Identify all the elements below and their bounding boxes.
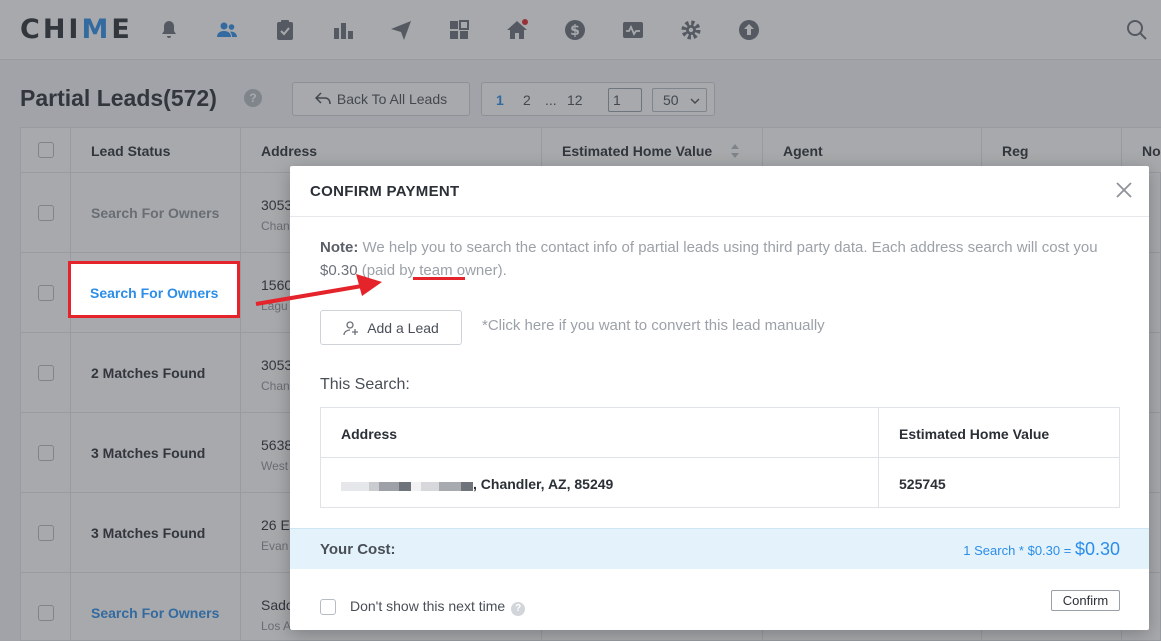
help-icon[interactable]: ? [511,601,526,616]
note-label: Note: [320,239,359,256]
summary-address-value: , Chandler, AZ, 85249 [321,458,878,508]
cost-calculation: 1 Search * $0.30 = $0.30 [963,539,1120,560]
dont-show-checkbox[interactable] [320,598,336,615]
redacted-street-address [341,477,473,493]
add-a-lead-label: Add a Lead [367,319,439,336]
add-a-lead-button[interactable]: Add a Lead [320,310,462,345]
cost-total: $0.30 [1074,539,1120,559]
dont-show-label: Don't show this next time [350,598,506,614]
add-user-icon [343,320,359,335]
this-search-label: This Search: [320,376,410,393]
confirm-payment-modal: CONFIRM PAYMENT Note: We help you to sea… [290,166,1149,630]
dont-show-again-option[interactable]: Don't show this next time? [320,598,526,616]
summary-header-value: Estimated Home Value [879,408,1120,458]
your-cost-bar: Your Cost: 1 Search * $0.30 = $0.30 [290,528,1149,569]
modal-header: CONFIRM PAYMENT [290,166,1149,217]
confirm-button[interactable]: Confirm [1051,590,1120,611]
payment-note: Note: We help you to search the contact … [320,236,1120,282]
close-icon[interactable] [1115,181,1133,199]
annotation-highlight-box [68,261,240,318]
search-summary-table: Address Estimated Home Value , Chandler,… [320,407,1120,508]
cost-formula: 1 Search * $0.30 = [963,543,1075,558]
annotation-underline [413,277,465,280]
summary-home-value: 525745 [899,476,946,492]
your-cost-label: Your Cost: [320,541,396,558]
note-text-1: We help you to search the contact info o… [358,239,1098,256]
convert-manually-hint: *Click here if you want to convert this … [482,317,825,334]
summary-address-text: , Chandler, AZ, 85249 [473,476,614,492]
modal-title: CONFIRM PAYMENT [310,183,460,200]
summary-header-address: Address [321,408,878,458]
annotation-arrow-icon [255,274,382,306]
